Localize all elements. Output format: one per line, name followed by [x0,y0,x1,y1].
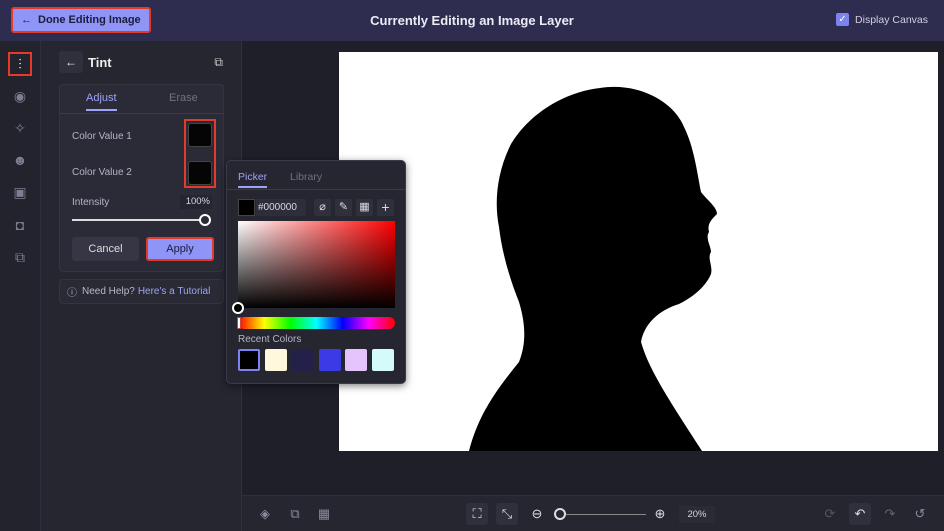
image-canvas[interactable] [339,52,938,451]
help-box: ⓘ Need Help? Here's a Tutorial [59,279,224,304]
sparkle-effects-icon[interactable]: ✧ [8,116,32,140]
color-value-2-label: Color Value 2 [72,167,132,178]
tab-adjust[interactable]: Adjust [86,92,117,111]
checkbox-checked-icon[interactable]: ✓ [836,13,850,26]
recent-color-swatch[interactable] [319,349,341,371]
recent-color-swatch[interactable] [265,349,287,371]
grid-view-icon[interactable]: ▦ [313,503,335,525]
color-value-2-swatch[interactable] [188,161,212,185]
hex-input[interactable]: #000000 [256,199,306,216]
zoom-out-icon[interactable]: ⊖ [526,503,548,525]
recent-color-swatch[interactable] [372,349,394,371]
tab-picker[interactable]: Picker [238,171,268,188]
arrange-icon[interactable]: ⧉ [284,503,306,525]
zoom-slider-handle[interactable] [554,508,566,520]
intensity-label: Intensity [72,197,110,208]
tool-rail: ⫶ ◉ ✧ ☻ ▣ ◘ ⧉ [0,41,41,531]
top-bar: ← Done Editing Image Currently Editing an… [0,0,944,41]
saturation-brightness-area[interactable] [238,221,395,308]
eye-icon[interactable]: ◉ [8,84,32,108]
adjust-card: Adjust Erase Color Value 1 Color Value 2… [59,84,224,272]
recent-color-swatch[interactable] [238,349,260,371]
display-canvas-toggle[interactable]: ✓ Display Canvas [836,13,928,26]
info-icon: ⓘ [67,288,77,299]
recent-colors-label: Recent Colors [238,334,302,345]
tab-erase[interactable]: Erase [169,92,198,104]
color-handle[interactable] [232,302,244,314]
intensity-slider[interactable] [72,219,206,221]
adjust-sliders-icon[interactable]: ⫶ [8,52,32,76]
no-color-icon[interactable]: ⌀ [314,199,331,216]
bottom-toolbar: ◈ ⧉ ▦ ⛶ ⤡ ⊖ ⊕ 20% ⟳ ↶ ↷ ↺ [242,495,944,531]
zoom-value[interactable]: 20% [679,506,715,523]
cancel-button[interactable]: Cancel [72,237,139,261]
plus-icon[interactable]: + [377,199,394,216]
sync-icon[interactable]: ⟳ [819,503,841,525]
border-icon[interactable]: ◘ [8,213,32,237]
mask-icon[interactable]: ⧉ [8,245,32,269]
recent-color-swatch[interactable] [292,349,314,371]
layers-icon[interactable]: ◈ [254,503,276,525]
panel-title: Tint [88,55,112,70]
color-picker-popup: Picker Library #000000 ⌀ ✎ ▦ + Recent Co… [226,160,406,384]
color-value-1-label: Color Value 1 [72,131,132,142]
tutorial-link[interactable]: Here's a Tutorial [138,286,211,297]
history-icon[interactable]: ↺ [909,503,931,525]
duplicate-icon[interactable]: ⧉ [214,55,223,70]
frame-icon[interactable]: ▣ [8,180,32,204]
zoom-slider[interactable] [562,514,646,515]
undo-icon[interactable]: ↶ [849,503,871,525]
fit-screen-icon[interactable]: ⛶ [466,503,488,525]
eyedropper-icon[interactable]: ✎ [335,199,352,216]
intensity-value[interactable]: 100% [180,195,212,209]
tint-panel: ← Tint ⧉ Adjust Erase Color Value 1 Colo… [41,41,242,531]
recent-color-swatch[interactable] [345,349,367,371]
grid-icon[interactable]: ▦ [356,199,373,216]
divider [227,189,405,190]
page-title: Currently Editing an Image Layer [370,13,574,28]
zoom-in-icon[interactable]: ⊕ [649,503,671,525]
redo-icon[interactable]: ↷ [879,503,901,525]
tab-library[interactable]: Library [290,171,322,183]
silhouette-image [469,86,717,451]
back-button[interactable]: ← [59,51,83,73]
hue-handle[interactable] [237,317,241,329]
current-color-swatch [238,199,255,216]
hue-slider[interactable] [238,317,395,329]
intensity-slider-handle[interactable] [199,214,211,226]
apply-button[interactable]: Apply [146,237,214,261]
color-value-1-swatch[interactable] [188,123,212,147]
palette-icon[interactable]: ☻ [8,148,32,172]
shrink-icon[interactable]: ⤡ [496,503,518,525]
